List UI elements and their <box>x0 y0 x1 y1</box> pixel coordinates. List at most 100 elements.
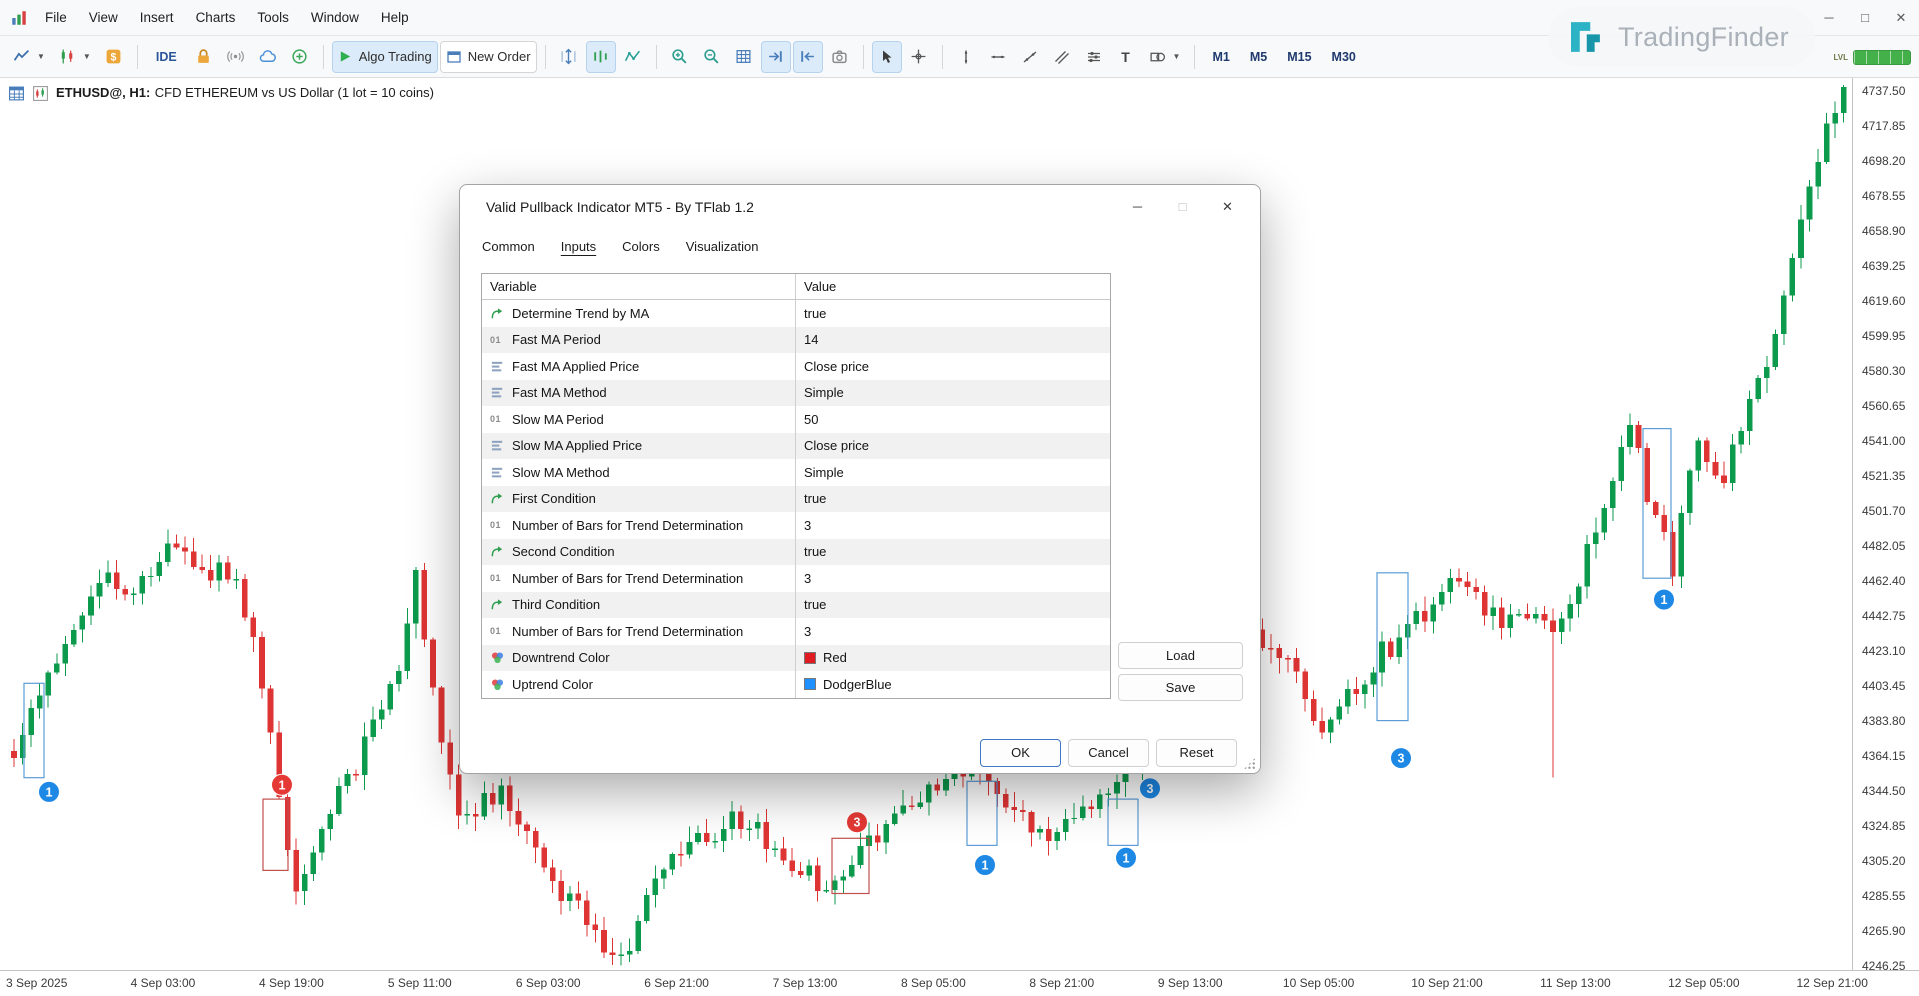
candle-body <box>1815 162 1821 187</box>
param-value[interactable]: true <box>796 539 1110 566</box>
screenshot-button[interactable] <box>825 41 855 73</box>
trendline-button[interactable] <box>1015 41 1045 73</box>
candle-body <box>379 709 385 719</box>
community-button[interactable] <box>285 41 315 73</box>
dialog-minimize-button[interactable]: ─ <box>1115 185 1160 229</box>
window-close-button[interactable]: ✕ <box>1883 0 1919 36</box>
cloud-button[interactable] <box>253 41 283 73</box>
param-row[interactable]: 01Fast MA Period14 <box>482 327 1110 354</box>
menu-window[interactable]: Window <box>300 0 370 36</box>
new-order-button[interactable]: New Order <box>440 41 537 73</box>
window-minimize-button[interactable]: ─ <box>1811 0 1847 36</box>
window-maximize-button[interactable]: □ <box>1847 0 1883 36</box>
chart-mode-button[interactable]: ▼ <box>53 41 97 73</box>
timeframe-m15-button[interactable]: M15 <box>1278 41 1320 73</box>
param-row[interactable]: 01Number of Bars for Trend Determination… <box>482 565 1110 592</box>
market-button[interactable] <box>189 41 219 73</box>
zoom-out-button[interactable] <box>697 41 727 73</box>
quotes-button[interactable]: $ <box>99 41 129 73</box>
mini-chart-icon[interactable] <box>32 85 49 102</box>
grid-button[interactable] <box>729 41 759 73</box>
signals-button[interactable] <box>221 41 251 73</box>
tab-colors[interactable]: Colors <box>622 239 660 254</box>
channel-button[interactable] <box>1047 41 1077 73</box>
dialog-resize-grip[interactable] <box>1243 757 1256 770</box>
param-value[interactable]: Close price <box>796 433 1110 460</box>
timeframe-m1-button[interactable]: M1 <box>1203 41 1238 73</box>
param-value[interactable]: true <box>796 592 1110 619</box>
dialog-close-button[interactable]: ✕ <box>1205 185 1250 229</box>
scale-button[interactable] <box>554 41 584 73</box>
vertical-line-button[interactable] <box>951 41 981 73</box>
tab-inputs[interactable]: Inputs <box>561 239 596 254</box>
tab-visualization[interactable]: Visualization <box>686 239 759 254</box>
zigzag-button[interactable] <box>618 41 648 73</box>
pullback-box[interactable] <box>263 799 288 870</box>
levels-button[interactable] <box>1079 41 1109 73</box>
param-value[interactable]: Close price <box>796 353 1110 380</box>
menu-file[interactable]: File <box>34 0 78 36</box>
param-value[interactable]: 3 <box>796 512 1110 539</box>
algo-trading-button[interactable]: Algo Trading <box>332 41 438 73</box>
pullback-box[interactable] <box>1108 799 1138 845</box>
candle-body <box>747 829 753 830</box>
param-value[interactable]: true <box>796 486 1110 513</box>
param-row[interactable]: 01Number of Bars for Trend Determination… <box>482 618 1110 645</box>
zoom-in-button[interactable] <box>665 41 695 73</box>
time-axis[interactable]: 3 Sep 20254 Sep 03:004 Sep 19:005 Sep 11… <box>0 970 1919 996</box>
param-row[interactable]: Slow MA MethodSimple <box>482 459 1110 486</box>
bar-spacing-button[interactable] <box>586 41 616 73</box>
param-value[interactable]: DodgerBlue <box>796 671 1110 698</box>
reset-button[interactable]: Reset <box>1156 739 1237 767</box>
param-value[interactable]: Simple <box>796 459 1110 486</box>
param-value[interactable]: Simple <box>796 380 1110 407</box>
param-row[interactable]: 01Slow MA Period50 <box>482 406 1110 433</box>
price-tick-label: 4462.40 <box>1862 573 1905 589</box>
param-row[interactable]: Fast MA MethodSimple <box>482 380 1110 407</box>
param-row[interactable]: First Conditiontrue <box>482 486 1110 513</box>
chart-type-button[interactable]: ▼ <box>7 41 51 73</box>
candle-body <box>45 673 51 696</box>
menu-insert[interactable]: Insert <box>129 0 185 36</box>
shift-end-button[interactable] <box>761 41 791 73</box>
menu-charts[interactable]: Charts <box>185 0 247 36</box>
param-row[interactable]: Determine Trend by MAtrue <box>482 300 1110 327</box>
param-row[interactable]: Fast MA Applied PriceClose price <box>482 353 1110 380</box>
load-button[interactable]: Load <box>1118 642 1243 669</box>
quotes-table-icon[interactable] <box>8 85 25 102</box>
tab-common[interactable]: Common <box>482 239 535 254</box>
menu-help[interactable]: Help <box>370 0 420 36</box>
param-value[interactable]: Red <box>796 645 1110 672</box>
save-button[interactable]: Save <box>1118 674 1243 701</box>
timeframe-m5-button[interactable]: M5 <box>1241 41 1276 73</box>
menu-view[interactable]: View <box>78 0 129 36</box>
timeframe-m30-button[interactable]: M30 <box>1323 41 1365 73</box>
param-row[interactable]: 01Number of Bars for Trend Determination… <box>482 512 1110 539</box>
param-row[interactable]: Uptrend ColorDodgerBlue <box>482 671 1110 698</box>
horizontal-line-button[interactable] <box>983 41 1013 73</box>
text-tool-button[interactable]: T <box>1111 41 1141 73</box>
param-variable: Fast MA Method <box>482 380 796 407</box>
param-row[interactable]: Downtrend ColorRed <box>482 645 1110 672</box>
param-value[interactable]: 14 <box>796 327 1110 354</box>
param-value[interactable]: true <box>796 300 1110 327</box>
shapes-button[interactable]: ▼ <box>1143 41 1187 73</box>
price-axis[interactable]: 4737.504717.854698.204678.554658.904639.… <box>1852 78 1919 970</box>
toolbar-separator <box>1194 45 1195 69</box>
param-row[interactable]: Third Conditiontrue <box>482 592 1110 619</box>
auto-scroll-button[interactable] <box>793 41 823 73</box>
param-value[interactable]: 3 <box>796 618 1110 645</box>
candle-body <box>841 876 847 880</box>
cancel-button[interactable]: Cancel <box>1068 739 1149 767</box>
ok-button[interactable]: OK <box>980 739 1061 767</box>
param-row[interactable]: Slow MA Applied PriceClose price <box>482 433 1110 460</box>
param-row[interactable]: Second Conditiontrue <box>482 539 1110 566</box>
pullback-box[interactable] <box>967 781 997 845</box>
ide-button[interactable]: IDE <box>146 41 187 73</box>
dialog-maximize-button[interactable]: □ <box>1160 185 1205 229</box>
crosshair-button[interactable] <box>904 41 934 73</box>
menu-tools[interactable]: Tools <box>246 0 300 36</box>
cursor-button[interactable] <box>872 41 902 73</box>
param-value[interactable]: 3 <box>796 565 1110 592</box>
param-value[interactable]: 50 <box>796 406 1110 433</box>
